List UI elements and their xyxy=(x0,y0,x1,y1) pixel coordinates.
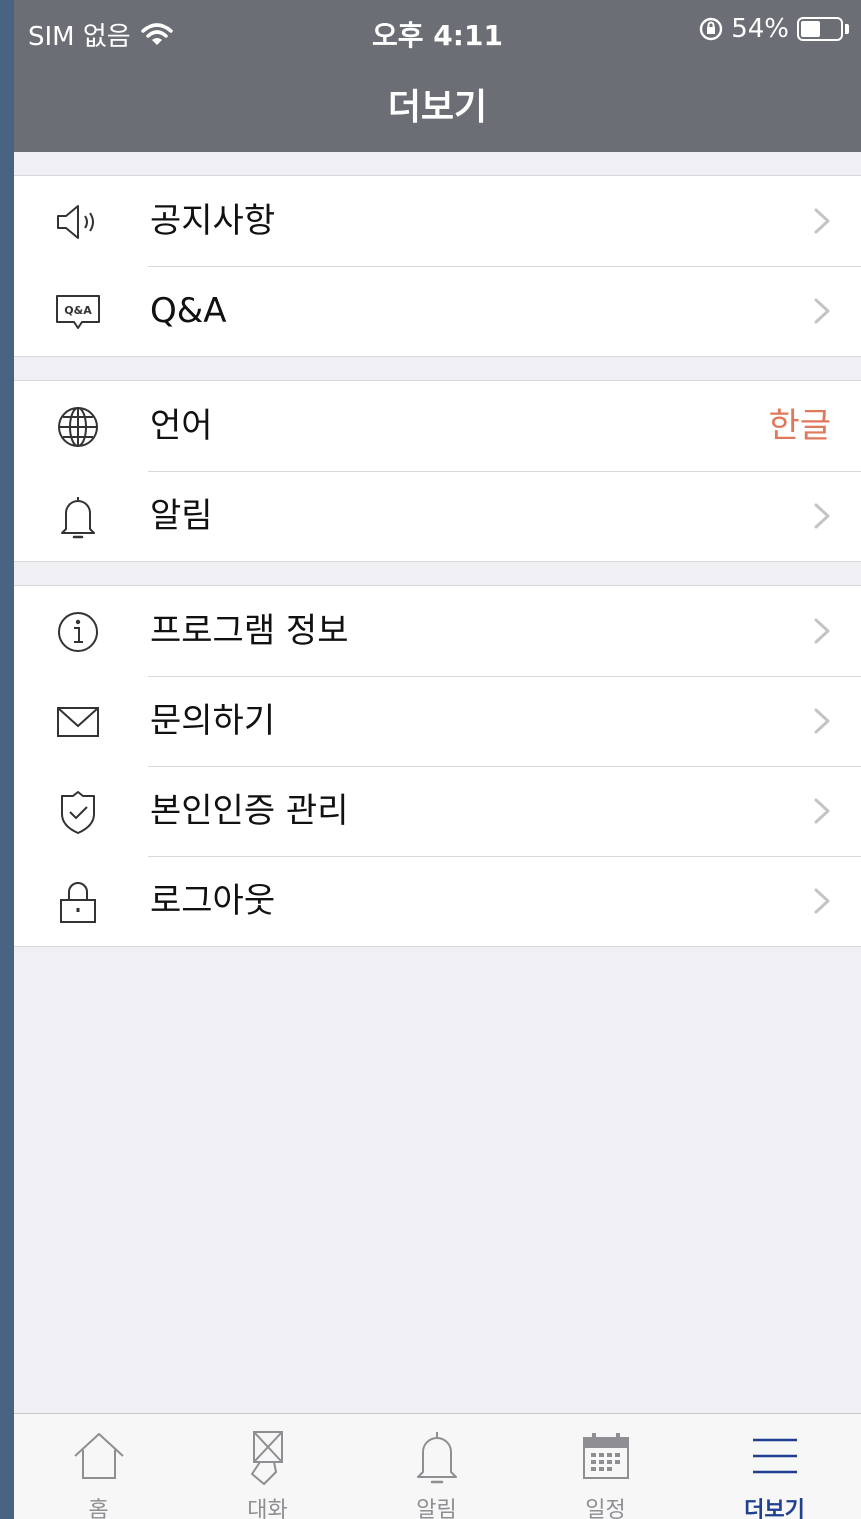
info-icon xyxy=(58,612,98,652)
battery-percent: 54% xyxy=(731,14,789,44)
envelope-icon xyxy=(57,707,99,737)
bell-icon xyxy=(416,1432,457,1484)
menu-item-label: Q&A xyxy=(150,291,227,331)
tab-schedule[interactable]: 일정 xyxy=(521,1414,690,1519)
chevron-right-icon xyxy=(814,298,830,324)
shield-check-icon xyxy=(61,791,95,834)
chevron-right-icon xyxy=(814,888,830,914)
menu-item-notification[interactable]: 알림 xyxy=(14,471,861,561)
orientation-lock-icon xyxy=(700,17,723,41)
battery-icon xyxy=(797,17,843,41)
menu-item-language[interactable]: 언어 한글 xyxy=(14,381,861,471)
menu-item-program-info[interactable]: 프로그램 정보 xyxy=(14,586,861,676)
tab-bar: 홈 대화 알림 일정 더보기 xyxy=(14,1413,861,1519)
tab-label: 더보기 xyxy=(744,1498,805,1519)
tab-notification[interactable]: 알림 xyxy=(352,1414,521,1519)
home-icon xyxy=(73,1433,124,1479)
bell-icon xyxy=(61,497,95,539)
chevron-right-icon xyxy=(814,503,830,529)
page-title: 더보기 xyxy=(387,87,488,128)
tab-home[interactable]: 홈 xyxy=(14,1414,183,1519)
chevron-right-icon xyxy=(814,708,830,734)
menu-group-info: 공지사항 Q&A Q&A xyxy=(14,175,861,357)
tab-chat[interactable]: 대화 xyxy=(183,1414,352,1519)
chevron-right-icon xyxy=(814,208,830,234)
status-battery-area: 54% xyxy=(699,14,849,44)
menu-item-label: 공지사항 xyxy=(150,201,276,241)
menu-item-qa[interactable]: Q&A Q&A xyxy=(14,266,861,356)
menu-item-label: 언어 xyxy=(150,406,213,446)
qa-bubble-icon: Q&A xyxy=(56,295,100,329)
more-screen: SIM 없음 오후 4:11 54% 더보기 공지사항 Q&A Q&A 언어 한… xyxy=(14,0,861,1519)
chevron-right-icon xyxy=(814,798,830,824)
menu-group-settings: 언어 한글 알림 xyxy=(14,380,861,562)
menu-item-identity-verification[interactable]: 본인인증 관리 xyxy=(14,766,861,856)
menu-item-label: 로그아웃 xyxy=(150,881,276,921)
lock-icon xyxy=(60,882,96,923)
language-value: 한글 xyxy=(768,406,831,446)
tab-more[interactable]: 더보기 xyxy=(690,1414,859,1519)
speaker-icon xyxy=(57,205,94,239)
menu-item-logout[interactable]: 로그아웃 xyxy=(14,856,861,946)
tab-label: 알림 xyxy=(416,1498,457,1519)
menu-item-label: 프로그램 정보 xyxy=(150,611,349,651)
tab-label: 홈 xyxy=(88,1498,109,1519)
chevron-right-icon xyxy=(814,618,830,644)
menu-item-label: 문의하기 xyxy=(150,701,276,741)
menu-item-inquiry[interactable]: 문의하기 xyxy=(14,676,861,766)
menu-item-label: 알림 xyxy=(150,496,213,536)
menu-item-notice[interactable]: 공지사항 xyxy=(14,176,861,266)
globe-icon xyxy=(58,407,98,447)
tab-label: 일정 xyxy=(585,1498,626,1519)
top-bar: SIM 없음 오후 4:11 54% 더보기 xyxy=(14,0,861,152)
menu-icon xyxy=(752,1438,797,1474)
menu-group-account: 프로그램 정보 문의하기 본인인증 관리 로그아웃 xyxy=(14,585,861,947)
chat-envelope-icon xyxy=(250,1431,283,1485)
menu-item-label: 본인인증 관리 xyxy=(150,791,349,831)
calendar-icon xyxy=(582,1433,629,1479)
svg-text:Q&A: Q&A xyxy=(64,304,92,317)
tab-label: 대화 xyxy=(247,1498,288,1519)
